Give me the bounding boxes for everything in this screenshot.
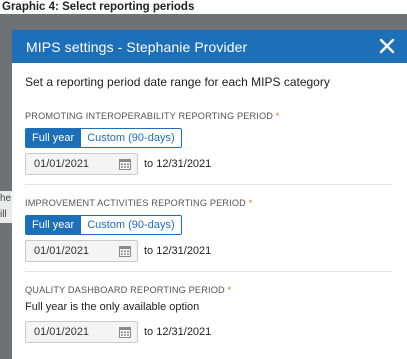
section-divider [25, 184, 392, 185]
quality-dashboard-section: QUALITY DASHBOARD REPORTING PERIOD * Ful… [25, 284, 407, 343]
section-label-text: PROMOTING INTEROPERABILITY REPORTING PER… [25, 111, 274, 121]
background-text-fragment: he [0, 191, 12, 207]
modal-intro-text: Set a reporting period date range for ea… [25, 75, 330, 89]
background-text-fragment: ill [0, 207, 12, 223]
start-date-value: 01/01/2021 [34, 326, 90, 338]
section-label: PROMOTING INTEROPERABILITY REPORTING PER… [25, 110, 407, 122]
custom-90-days-button[interactable]: Custom (90-days) [81, 215, 182, 235]
figure-caption: Graphic 4: Select reporting periods [2, 1, 195, 13]
date-range-row: 01/01/2021 to 12/31/2021 [25, 153, 407, 175]
mips-settings-modal: MIPS settings - Stephanie Provider Set a… [12, 30, 407, 359]
end-date-text: to 12/31/2021 [144, 245, 212, 257]
end-date-text: to 12/31/2021 [144, 326, 212, 338]
full-year-only-note: Full year is the only available option [25, 301, 200, 313]
date-range-row: 01/01/2021 to 12/31/2021 [25, 240, 407, 262]
calendar-icon[interactable] [119, 245, 131, 257]
close-button[interactable] [376, 35, 398, 57]
date-range-row: 01/01/2021 to 12/31/2021 [25, 321, 407, 343]
close-icon [379, 38, 395, 54]
calendar-icon[interactable] [119, 326, 131, 338]
improvement-activities-section: IMPROVEMENT ACTIVITIES REPORTING PERIOD … [25, 197, 407, 272]
promoting-interoperability-section: PROMOTING INTEROPERABILITY REPORTING PER… [25, 110, 407, 185]
section-label: IMPROVEMENT ACTIVITIES REPORTING PERIOD … [25, 197, 407, 209]
period-toggle: Full year Custom (90-days) [25, 215, 407, 235]
section-divider [25, 271, 392, 272]
custom-90-days-button[interactable]: Custom (90-days) [81, 128, 182, 148]
start-date-field[interactable]: 01/01/2021 [25, 153, 138, 175]
calendar-icon[interactable] [119, 158, 131, 170]
start-date-value: 01/01/2021 [34, 245, 90, 257]
required-marker: * [248, 198, 253, 208]
full-year-button[interactable]: Full year [25, 128, 82, 148]
required-marker: * [275, 111, 280, 121]
start-date-field[interactable]: 01/01/2021 [25, 240, 138, 262]
full-year-button[interactable]: Full year [25, 215, 82, 235]
start-date-value: 01/01/2021 [34, 158, 90, 170]
modal-header: MIPS settings - Stephanie Provider [12, 30, 407, 63]
start-date-field[interactable]: 01/01/2021 [25, 321, 138, 343]
section-label: QUALITY DASHBOARD REPORTING PERIOD * [25, 284, 407, 296]
section-label-text: IMPROVEMENT ACTIVITIES REPORTING PERIOD [25, 198, 246, 208]
period-toggle: Full year Custom (90-days) [25, 128, 407, 148]
section-label-text: QUALITY DASHBOARD REPORTING PERIOD [25, 285, 225, 295]
required-marker: * [227, 285, 232, 295]
modal-title: MIPS settings - Stephanie Provider [26, 38, 248, 55]
modal-body: Set a reporting period date range for ea… [12, 63, 407, 343]
end-date-text: to 12/31/2021 [144, 158, 212, 170]
